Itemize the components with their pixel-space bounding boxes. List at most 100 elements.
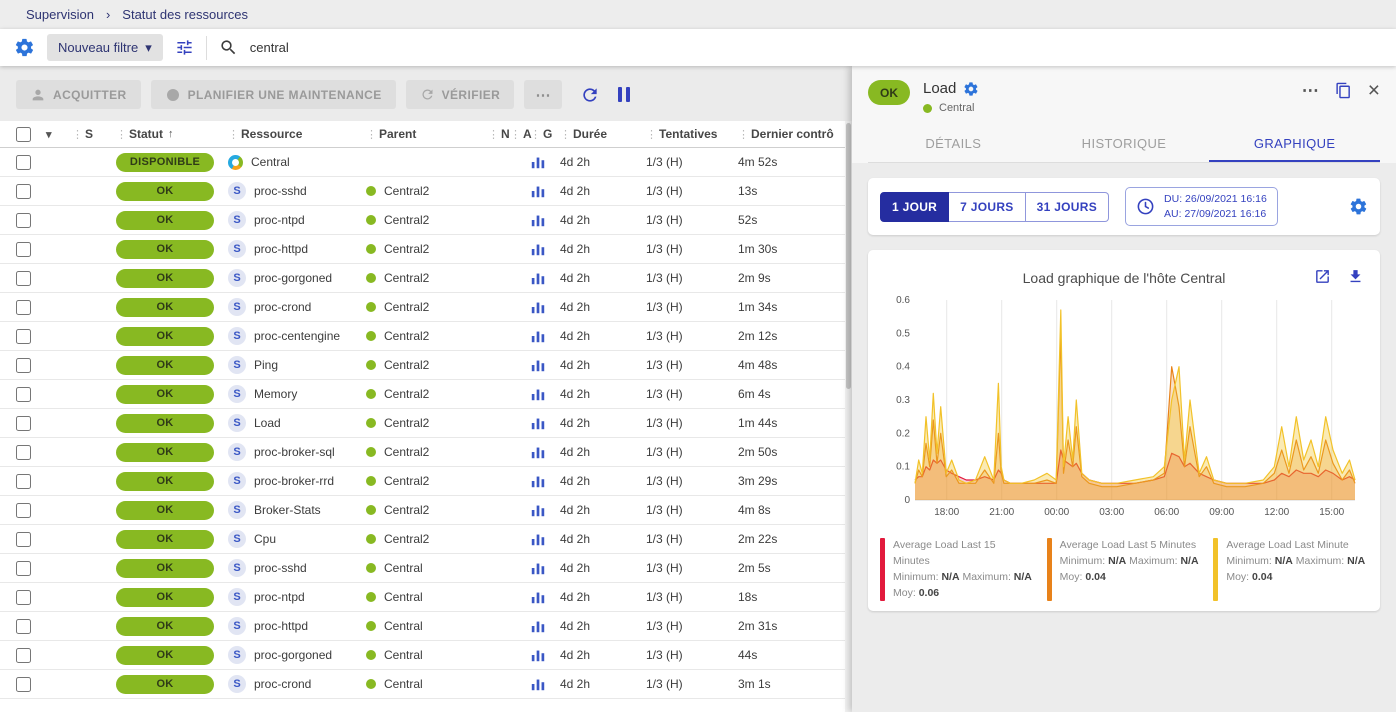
col-header-parent[interactable]: ⋮Parent — [366, 127, 488, 141]
table-row[interactable]: OKSLoadCentral24d 2h1/3 (H)1m 44s — [0, 409, 852, 438]
graph-icon[interactable] — [530, 241, 546, 257]
graph-icon[interactable] — [530, 212, 546, 228]
resource-name[interactable]: proc-gorgoned — [254, 648, 332, 662]
resource-name[interactable]: proc-httpd — [254, 242, 308, 256]
date-range-picker[interactable]: DU: 26/09/2021 16:16 AU: 27/09/2021 16:1… — [1125, 187, 1278, 226]
tune-filter-icon[interactable] — [175, 38, 194, 57]
resource-name[interactable]: Memory — [254, 387, 297, 401]
breadcrumb-page[interactable]: Statut des ressources — [122, 7, 248, 22]
panel-tab[interactable]: GRAPHIQUE — [1209, 126, 1380, 162]
col-header-duration[interactable]: ⋮Durée — [560, 127, 646, 141]
table-row[interactable]: OKSproc-crondCentral4d 2h1/3 (H)3m 1s — [0, 670, 852, 699]
table-row[interactable]: OKSproc-gorgonedCentral24d 2h1/3 (H)2m 9… — [0, 264, 852, 293]
resource-name[interactable]: proc-ntpd — [254, 590, 305, 604]
new-filter-dropdown[interactable]: Nouveau filtre ▾ — [47, 34, 163, 61]
graph-icon[interactable] — [530, 560, 546, 576]
table-row[interactable]: OKSproc-httpdCentral4d 2h1/3 (H)2m 31s — [0, 612, 852, 641]
row-checkbox[interactable] — [16, 213, 31, 228]
period-button[interactable]: 31 JOURS — [1026, 192, 1109, 222]
resource-name[interactable]: proc-sshd — [254, 561, 307, 575]
download-chart-icon[interactable] — [1347, 268, 1364, 285]
resource-name[interactable]: proc-ntpd — [254, 213, 305, 227]
resource-name[interactable]: proc-gorgoned — [254, 271, 332, 285]
select-all-checkbox[interactable] — [16, 127, 31, 142]
copy-link-icon[interactable] — [1335, 82, 1352, 99]
table-row[interactable]: OKSBroker-StatsCentral24d 2h1/3 (H)4m 8s — [0, 496, 852, 525]
row-checkbox[interactable] — [16, 358, 31, 373]
col-header-resource[interactable]: ⋮Ressource — [228, 127, 366, 141]
graph-icon[interactable] — [530, 270, 546, 286]
table-row[interactable]: OKSproc-httpdCentral24d 2h1/3 (H)1m 30s — [0, 235, 852, 264]
close-panel-icon[interactable]: × — [1368, 80, 1380, 101]
row-checkbox[interactable] — [16, 242, 31, 257]
row-checkbox[interactable] — [16, 474, 31, 489]
resource-name[interactable]: proc-sshd — [254, 184, 307, 198]
panel-tab[interactable]: HISTORIQUE — [1039, 126, 1210, 162]
resource-settings-gear-icon[interactable] — [963, 81, 979, 97]
resource-name[interactable]: proc-broker-rrd — [254, 474, 334, 488]
acknowledge-button[interactable]: ACQUITTER — [16, 80, 141, 109]
graph-icon[interactable] — [530, 473, 546, 489]
graph-icon[interactable] — [530, 444, 546, 460]
graph-icon[interactable] — [530, 328, 546, 344]
panel-tab[interactable]: DÉTAILS — [868, 126, 1039, 162]
graph-icon[interactable] — [530, 531, 546, 547]
col-header-g[interactable]: ⋮G — [530, 127, 560, 141]
resource-name[interactable]: proc-crond — [254, 300, 311, 314]
legend-item[interactable]: Average Load Last MinuteMinimum: N/A Max… — [1213, 538, 1368, 601]
resource-name[interactable]: Broker-Stats — [254, 503, 321, 517]
graph-icon[interactable] — [530, 618, 546, 634]
graph-icon[interactable] — [530, 647, 546, 663]
col-header-status[interactable]: ⋮Statut↑ — [116, 127, 228, 141]
graph-icon[interactable] — [530, 415, 546, 431]
table-row[interactable]: OKSproc-broker-rrdCentral24d 2h1/3 (H)3m… — [0, 467, 852, 496]
graph-icon[interactable] — [530, 299, 546, 315]
row-checkbox[interactable] — [16, 677, 31, 692]
table-row[interactable]: OKSCpuCentral24d 2h1/3 (H)2m 22s — [0, 525, 852, 554]
row-checkbox[interactable] — [16, 387, 31, 402]
table-row[interactable]: OKSPingCentral24d 2h1/3 (H)4m 48s — [0, 351, 852, 380]
check-button[interactable]: VÉRIFIER — [406, 80, 515, 109]
filter-settings-gear-icon[interactable] — [14, 37, 35, 58]
row-checkbox[interactable] — [16, 329, 31, 344]
table-row[interactable]: OKSproc-broker-sqlCentral24d 2h1/3 (H)2m… — [0, 438, 852, 467]
col-header-a[interactable]: ⋮A — [510, 127, 530, 141]
resource-name[interactable]: Central — [251, 155, 290, 169]
row-checkbox[interactable] — [16, 184, 31, 199]
graph-icon[interactable] — [530, 589, 546, 605]
period-button[interactable]: 1 JOUR — [880, 192, 949, 222]
resource-name[interactable]: proc-broker-sql — [254, 445, 335, 459]
graph-icon[interactable] — [530, 154, 546, 170]
export-chart-icon[interactable] — [1314, 268, 1331, 285]
resource-name[interactable]: proc-crond — [254, 677, 311, 691]
resource-name[interactable]: Ping — [254, 358, 278, 372]
row-checkbox[interactable] — [16, 532, 31, 547]
row-checkbox[interactable] — [16, 561, 31, 576]
row-checkbox[interactable] — [16, 445, 31, 460]
period-button[interactable]: 7 JOURS — [949, 192, 1025, 222]
col-header-n[interactable]: ⋮N — [488, 127, 510, 141]
table-row[interactable]: OKSproc-centengineCentral24d 2h1/3 (H)2m… — [0, 322, 852, 351]
table-scrollbar[interactable] — [845, 121, 852, 712]
select-menu-caret-icon[interactable]: ▾ — [46, 128, 72, 141]
col-header-severity[interactable]: ⋮S — [72, 127, 116, 141]
row-checkbox[interactable] — [16, 590, 31, 605]
scrollbar-thumb[interactable] — [846, 123, 851, 389]
resource-name[interactable]: Load — [254, 416, 281, 430]
row-checkbox[interactable] — [16, 155, 31, 170]
table-row[interactable]: OKSMemoryCentral24d 2h1/3 (H)6m 4s — [0, 380, 852, 409]
maintenance-button[interactable]: PLANIFIER UNE MAINTENANCE — [151, 80, 396, 109]
pause-autorefresh-button[interactable] — [618, 87, 630, 102]
panel-more-icon[interactable]: ⋯ — [1302, 82, 1319, 99]
legend-item[interactable]: Average Load Last 15 MinutesMinimum: N/A… — [880, 538, 1035, 601]
legend-item[interactable]: Average Load Last 5 MinutesMinimum: N/A … — [1047, 538, 1202, 601]
graph-settings-gear-icon[interactable] — [1349, 197, 1368, 216]
table-row[interactable]: OKSproc-ntpdCentral24d 2h1/3 (H)52s — [0, 206, 852, 235]
row-checkbox[interactable] — [16, 300, 31, 315]
row-checkbox[interactable] — [16, 271, 31, 286]
graph-icon[interactable] — [530, 676, 546, 692]
resource-name[interactable]: proc-httpd — [254, 619, 308, 633]
resource-name[interactable]: proc-centengine — [254, 329, 340, 343]
refresh-button[interactable] — [580, 85, 600, 105]
row-checkbox[interactable] — [16, 648, 31, 663]
